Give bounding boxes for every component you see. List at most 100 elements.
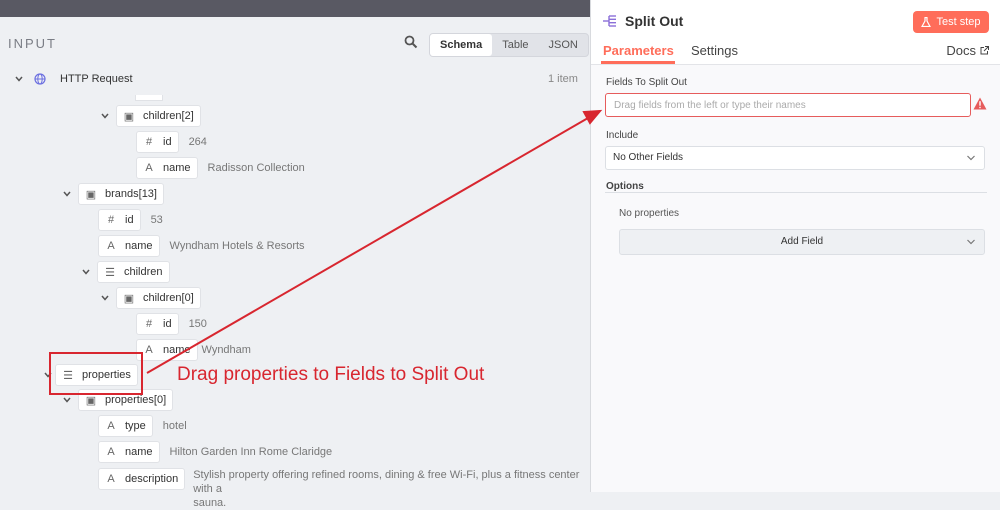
chevron-down-icon[interactable] — [100, 111, 110, 121]
chevron-down-icon[interactable] — [62, 395, 72, 405]
tab-json[interactable]: JSON — [539, 34, 588, 56]
field-pill[interactable]: A name — [136, 339, 198, 361]
root-node-label: HTTP Request — [60, 73, 133, 85]
tree-leaf-description[interactable]: A description Stylish property offering … — [92, 468, 593, 509]
field-pill[interactable]: ☰ children — [97, 261, 170, 283]
add-field-label: Add Field — [780, 236, 824, 247]
input-panel: INPUT Schema Table JSON HTTP Request 1 i… — [0, 17, 593, 509]
field-name: name — [163, 344, 191, 356]
tab-schema[interactable]: Schema — [430, 34, 493, 56]
field-name: name — [125, 446, 153, 458]
chevron-down-icon[interactable] — [81, 267, 91, 277]
field-name: properties[0] — [105, 394, 167, 406]
external-link-icon — [980, 46, 989, 55]
tree-node-children-2[interactable]: ▣ children[2] — [100, 105, 201, 127]
annotation-text: Drag properties to Fields to Split Out — [177, 364, 485, 385]
node-settings-panel: Split Out Test step Parameters Settings … — [590, 0, 1000, 492]
include-label: Include — [606, 130, 639, 141]
annotation-highlight-box — [49, 352, 143, 395]
field-value: Hilton Garden Inn Rome Claridge — [169, 446, 333, 458]
cube-icon: ▣ — [85, 394, 97, 407]
fields-to-split-out-label: Fields To Split Out — [606, 77, 687, 88]
number-icon: # — [145, 136, 153, 148]
field-pill[interactable]: # id — [98, 209, 141, 231]
input-panel-title: INPUT — [8, 36, 57, 51]
field-pill[interactable]: # id — [136, 313, 179, 335]
field-name: id — [163, 136, 172, 148]
field-name: type — [125, 420, 146, 432]
tree-leaf-name[interactable]: A name Wyndham Hotels & Resorts — [92, 235, 305, 257]
view-mode-switch: Schema Table JSON — [429, 33, 589, 57]
number-icon: # — [107, 214, 115, 226]
tree-leaf-id[interactable]: # id 150 — [130, 313, 207, 335]
field-value: Wyndham Hotels & Resorts — [169, 240, 305, 252]
field-pill[interactable]: ▣ children[0] — [116, 287, 201, 309]
include-select[interactable]: No Other Fields — [605, 146, 985, 170]
options-divider — [605, 192, 987, 193]
tab-table[interactable]: Table — [492, 34, 538, 56]
globe-icon — [34, 73, 46, 85]
field-pill[interactable]: A description — [98, 468, 186, 490]
test-step-button[interactable]: Test step — [913, 11, 989, 33]
settings-tabs: Parameters Settings Docs — [591, 38, 1000, 65]
clipped-tree-item — [135, 95, 163, 101]
tree-leaf-id[interactable]: # id 53 — [92, 209, 163, 231]
field-pill[interactable]: # id — [136, 131, 179, 153]
field-value-continued: sauna. — [193, 497, 227, 509]
add-field-button[interactable]: Add Field — [619, 229, 985, 255]
search-icon[interactable] — [404, 35, 418, 49]
field-name: brands[13] — [105, 188, 157, 200]
node-header: Split Out — [603, 13, 683, 29]
chevron-down-icon[interactable] — [14, 74, 24, 84]
chevron-down-icon[interactable] — [62, 189, 72, 199]
field-name: id — [163, 318, 172, 330]
tree-leaf-type[interactable]: A type hotel — [92, 415, 187, 437]
field-pill[interactable]: A name — [98, 441, 160, 463]
field-name: id — [125, 214, 134, 226]
list-icon: ☰ — [105, 266, 115, 279]
field-name: children — [124, 266, 163, 278]
tree-node-children[interactable]: ☰ children — [81, 261, 170, 283]
tab-settings[interactable]: Settings — [691, 43, 738, 58]
docs-link[interactable]: Docs — [946, 43, 989, 58]
tree-root-row[interactable]: HTTP Request — [14, 69, 133, 89]
string-icon: A — [145, 344, 153, 356]
tree-leaf-name[interactable]: A name Wyndham — [130, 339, 251, 361]
field-value: 53 — [150, 214, 163, 226]
field-pill[interactable]: ▣ brands[13] — [78, 183, 164, 205]
chevron-down-icon[interactable] — [100, 293, 110, 303]
field-value: 150 — [188, 318, 207, 330]
field-pill[interactable]: A type — [98, 415, 153, 437]
string-icon: A — [107, 473, 115, 485]
tab-parameters[interactable]: Parameters — [603, 43, 674, 58]
tree-node-brands-13[interactable]: ▣ brands[13] — [62, 183, 164, 205]
fields-to-split-out-input[interactable] — [612, 94, 956, 116]
field-name: name — [163, 162, 191, 174]
string-icon: A — [107, 446, 115, 458]
parameters-body — [591, 65, 1000, 492]
tree-leaf-id[interactable]: # id 264 — [130, 131, 207, 153]
warning-icon — [973, 97, 987, 110]
field-pill[interactable]: ▣ children[2] — [116, 105, 201, 127]
docs-label: Docs — [946, 43, 976, 58]
string-icon: A — [145, 162, 153, 174]
string-icon: A — [107, 420, 115, 432]
top-bar — [0, 0, 590, 17]
tree-leaf-name[interactable]: A name Hilton Garden Inn Rome Claridge — [92, 441, 333, 463]
item-count: 1 item — [548, 73, 578, 85]
field-value: Radisson Collection — [207, 162, 305, 174]
tree-node-children-0[interactable]: ▣ children[0] — [100, 287, 201, 309]
field-name: children[2] — [143, 110, 194, 122]
test-step-label: Test step — [936, 16, 981, 28]
field-pill[interactable]: A name — [136, 157, 198, 179]
cube-icon: ▣ — [85, 188, 97, 201]
field-value: 264 — [188, 136, 207, 148]
number-icon: # — [145, 318, 153, 330]
fields-to-split-out-input-wrapper — [605, 93, 971, 117]
field-pill[interactable]: A name — [98, 235, 160, 257]
chevron-down-icon — [967, 155, 975, 161]
tree-leaf-name[interactable]: A name Radisson Collection — [130, 157, 305, 179]
chevron-down-icon — [967, 239, 975, 245]
flask-icon — [921, 17, 932, 27]
field-value: Wyndham — [201, 344, 251, 356]
